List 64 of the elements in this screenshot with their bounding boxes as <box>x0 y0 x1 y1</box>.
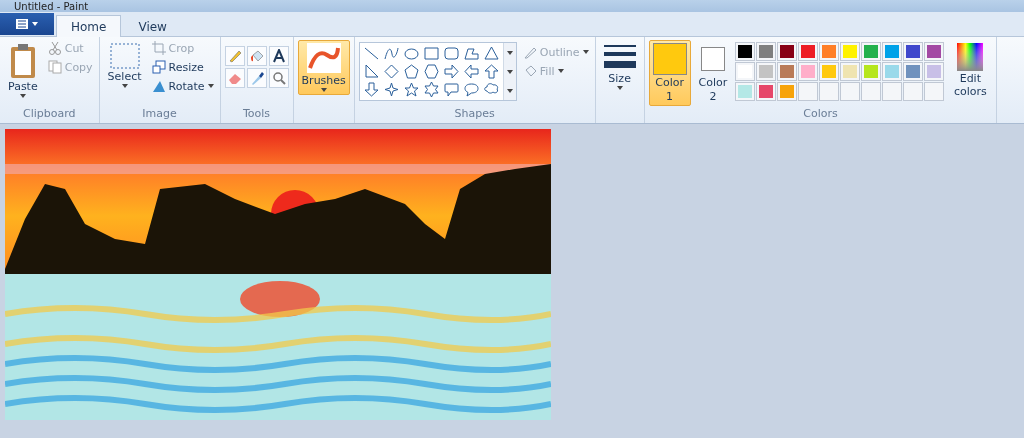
size-button[interactable]: Size <box>599 40 640 93</box>
clipboard-icon <box>8 43 37 79</box>
text-tool-button[interactable] <box>268 46 289 66</box>
caret-icon <box>32 22 38 26</box>
caret-icon <box>616 86 623 90</box>
copy-icon <box>47 60 62 74</box>
letter-a-icon <box>271 49 286 63</box>
resize-button[interactable]: Resize <box>149 59 216 75</box>
caret-icon <box>557 69 564 73</box>
paint-menu-button[interactable] <box>0 13 54 35</box>
curve-shape-icon[interactable] <box>381 45 401 62</box>
scroll-down-icon <box>506 69 513 74</box>
brushes-button[interactable]: Brushes <box>297 40 350 95</box>
caret-icon <box>320 88 327 92</box>
eraser-icon <box>227 71 242 85</box>
paste-button[interactable]: Paste <box>4 40 42 101</box>
rainbow-palette-icon <box>957 43 984 71</box>
expand-icon <box>506 88 513 93</box>
color-slot-button[interactable]: Color 1 <box>648 40 691 106</box>
rotate-button[interactable]: Rotate <box>149 78 216 94</box>
right-arrow-shape-icon[interactable] <box>441 63 461 80</box>
line-widths-icon <box>603 43 636 71</box>
eyedropper-icon <box>249 71 264 85</box>
speech-bubble-shape-icon[interactable] <box>441 81 461 98</box>
ribbon-tab[interactable]: Home <box>56 15 122 37</box>
select-button[interactable]: Select <box>103 40 146 91</box>
rotate-icon <box>151 79 166 93</box>
oval-callout-shape-icon[interactable] <box>461 81 481 98</box>
pentagon-shape-icon[interactable] <box>401 63 421 80</box>
magnifier-tool-button[interactable] <box>268 68 289 88</box>
caret-icon <box>121 84 128 88</box>
group-label: Colors <box>802 107 839 122</box>
caret-icon <box>19 94 26 98</box>
polygon-shape-icon[interactable] <box>461 45 481 62</box>
hexagon-shape-icon[interactable] <box>421 63 441 80</box>
edit-colors-button[interactable]: Edit colors <box>948 40 993 101</box>
triangle-shape-icon[interactable] <box>481 45 501 62</box>
magnifier-icon <box>271 71 286 85</box>
color-slot-button[interactable]: Color 2 <box>694 40 732 106</box>
color-picker-tool-button[interactable] <box>246 68 267 88</box>
oval-shape-icon[interactable] <box>401 45 421 62</box>
crop-icon <box>151 41 166 55</box>
rounded-rectangle-shape-icon[interactable] <box>441 45 461 62</box>
group-label: Clipboard <box>22 107 77 122</box>
selection-icon <box>109 43 140 69</box>
left-arrow-shape-icon[interactable] <box>461 63 481 80</box>
pen-icon <box>522 45 537 59</box>
group-label: Tools <box>242 107 272 122</box>
group-label: Shapes <box>453 107 496 122</box>
window-title: Untitled - Paint <box>14 0 89 12</box>
six-point-star-shape-icon[interactable] <box>421 81 441 98</box>
group-label: Image <box>141 107 178 122</box>
menu-icon <box>16 19 28 29</box>
fill-bucket-icon <box>249 49 264 63</box>
ribbon-tab[interactable]: View <box>123 15 182 37</box>
brush-stroke-icon <box>306 43 341 73</box>
caret-icon <box>582 50 589 54</box>
caret-icon <box>207 84 214 88</box>
scroll-up-icon <box>506 50 513 55</box>
scissors-icon <box>47 41 62 55</box>
eraser-tool-button[interactable] <box>224 68 245 88</box>
pencil-icon <box>227 49 242 63</box>
pencil-tool-button[interactable] <box>224 46 245 66</box>
resize-icon <box>151 60 166 74</box>
